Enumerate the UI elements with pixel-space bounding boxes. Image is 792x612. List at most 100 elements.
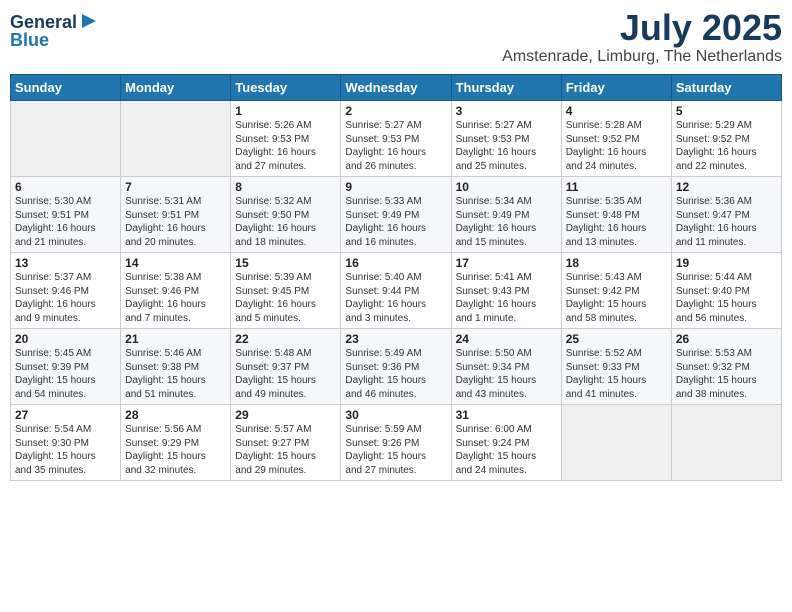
calendar-cell: [121, 101, 231, 177]
day-info: Sunrise: 5:50 AM Sunset: 9:34 PM Dayligh…: [456, 347, 557, 401]
day-number: 14: [125, 256, 226, 270]
calendar-table: SundayMondayTuesdayWednesdayThursdayFrid…: [10, 74, 782, 481]
calendar-week-row: 13Sunrise: 5:37 AM Sunset: 9:46 PM Dayli…: [11, 253, 782, 329]
day-number: 5: [676, 104, 777, 118]
day-number: 9: [345, 180, 446, 194]
day-info: Sunrise: 5:37 AM Sunset: 9:46 PM Dayligh…: [15, 271, 116, 325]
logo: General Blue: [10, 10, 98, 51]
day-number: 4: [566, 104, 667, 118]
day-info: Sunrise: 5:56 AM Sunset: 9:29 PM Dayligh…: [125, 423, 226, 477]
day-number: 10: [456, 180, 557, 194]
day-of-week-header: Tuesday: [231, 75, 341, 101]
day-number: 16: [345, 256, 446, 270]
month-title: July 2025: [502, 10, 782, 46]
calendar-cell: 20Sunrise: 5:45 AM Sunset: 9:39 PM Dayli…: [11, 329, 121, 405]
calendar-cell: 29Sunrise: 5:57 AM Sunset: 9:27 PM Dayli…: [231, 405, 341, 481]
calendar-cell: 31Sunrise: 6:00 AM Sunset: 9:24 PM Dayli…: [451, 405, 561, 481]
day-info: Sunrise: 5:43 AM Sunset: 9:42 PM Dayligh…: [566, 271, 667, 325]
day-info: Sunrise: 5:38 AM Sunset: 9:46 PM Dayligh…: [125, 271, 226, 325]
calendar-cell: 28Sunrise: 5:56 AM Sunset: 9:29 PM Dayli…: [121, 405, 231, 481]
calendar-cell: 13Sunrise: 5:37 AM Sunset: 9:46 PM Dayli…: [11, 253, 121, 329]
calendar-cell: [561, 405, 671, 481]
day-info: Sunrise: 5:35 AM Sunset: 9:48 PM Dayligh…: [566, 195, 667, 249]
day-of-week-header: Friday: [561, 75, 671, 101]
day-number: 12: [676, 180, 777, 194]
day-number: 15: [235, 256, 336, 270]
day-number: 31: [456, 408, 557, 422]
calendar-cell: 23Sunrise: 5:49 AM Sunset: 9:36 PM Dayli…: [341, 329, 451, 405]
day-number: 26: [676, 332, 777, 346]
calendar-cell: 18Sunrise: 5:43 AM Sunset: 9:42 PM Dayli…: [561, 253, 671, 329]
day-number: 13: [15, 256, 116, 270]
calendar-cell: 10Sunrise: 5:34 AM Sunset: 9:49 PM Dayli…: [451, 177, 561, 253]
day-info: Sunrise: 5:57 AM Sunset: 9:27 PM Dayligh…: [235, 423, 336, 477]
calendar-cell: 19Sunrise: 5:44 AM Sunset: 9:40 PM Dayli…: [671, 253, 781, 329]
calendar-cell: 2Sunrise: 5:27 AM Sunset: 9:53 PM Daylig…: [341, 101, 451, 177]
calendar-cell: 15Sunrise: 5:39 AM Sunset: 9:45 PM Dayli…: [231, 253, 341, 329]
calendar-cell: 4Sunrise: 5:28 AM Sunset: 9:52 PM Daylig…: [561, 101, 671, 177]
day-number: 3: [456, 104, 557, 118]
day-number: 6: [15, 180, 116, 194]
calendar-cell: 12Sunrise: 5:36 AM Sunset: 9:47 PM Dayli…: [671, 177, 781, 253]
calendar-cell: [671, 405, 781, 481]
title-area: July 2025 Amstenrade, Limburg, The Nethe…: [502, 10, 782, 66]
day-info: Sunrise: 5:54 AM Sunset: 9:30 PM Dayligh…: [15, 423, 116, 477]
calendar-cell: 3Sunrise: 5:27 AM Sunset: 9:53 PM Daylig…: [451, 101, 561, 177]
calendar-cell: 17Sunrise: 5:41 AM Sunset: 9:43 PM Dayli…: [451, 253, 561, 329]
day-info: Sunrise: 5:41 AM Sunset: 9:43 PM Dayligh…: [456, 271, 557, 325]
day-info: Sunrise: 5:48 AM Sunset: 9:37 PM Dayligh…: [235, 347, 336, 401]
calendar-week-row: 20Sunrise: 5:45 AM Sunset: 9:39 PM Dayli…: [11, 329, 782, 405]
calendar-cell: 7Sunrise: 5:31 AM Sunset: 9:51 PM Daylig…: [121, 177, 231, 253]
calendar-cell: [11, 101, 121, 177]
day-number: 2: [345, 104, 446, 118]
day-of-week-header: Sunday: [11, 75, 121, 101]
day-info: Sunrise: 6:00 AM Sunset: 9:24 PM Dayligh…: [456, 423, 557, 477]
day-info: Sunrise: 5:40 AM Sunset: 9:44 PM Dayligh…: [345, 271, 446, 325]
day-number: 18: [566, 256, 667, 270]
day-of-week-header: Thursday: [451, 75, 561, 101]
day-number: 29: [235, 408, 336, 422]
day-info: Sunrise: 5:53 AM Sunset: 9:32 PM Dayligh…: [676, 347, 777, 401]
page-header: General Blue July 2025 Amstenrade, Limbu…: [10, 10, 782, 66]
calendar-cell: 26Sunrise: 5:53 AM Sunset: 9:32 PM Dayli…: [671, 329, 781, 405]
logo-icon: [80, 12, 98, 30]
day-of-week-header: Saturday: [671, 75, 781, 101]
day-of-week-header: Monday: [121, 75, 231, 101]
day-info: Sunrise: 5:36 AM Sunset: 9:47 PM Dayligh…: [676, 195, 777, 249]
day-info: Sunrise: 5:46 AM Sunset: 9:38 PM Dayligh…: [125, 347, 226, 401]
day-of-week-header: Wednesday: [341, 75, 451, 101]
day-number: 20: [15, 332, 116, 346]
day-number: 25: [566, 332, 667, 346]
day-number: 27: [15, 408, 116, 422]
day-info: Sunrise: 5:32 AM Sunset: 9:50 PM Dayligh…: [235, 195, 336, 249]
day-number: 11: [566, 180, 667, 194]
day-number: 23: [345, 332, 446, 346]
day-info: Sunrise: 5:27 AM Sunset: 9:53 PM Dayligh…: [345, 119, 446, 173]
calendar-cell: 21Sunrise: 5:46 AM Sunset: 9:38 PM Dayli…: [121, 329, 231, 405]
calendar-cell: 30Sunrise: 5:59 AM Sunset: 9:26 PM Dayli…: [341, 405, 451, 481]
calendar-header-row: SundayMondayTuesdayWednesdayThursdayFrid…: [11, 75, 782, 101]
calendar-cell: 9Sunrise: 5:33 AM Sunset: 9:49 PM Daylig…: [341, 177, 451, 253]
calendar-cell: 27Sunrise: 5:54 AM Sunset: 9:30 PM Dayli…: [11, 405, 121, 481]
calendar-cell: 11Sunrise: 5:35 AM Sunset: 9:48 PM Dayli…: [561, 177, 671, 253]
calendar-week-row: 27Sunrise: 5:54 AM Sunset: 9:30 PM Dayli…: [11, 405, 782, 481]
calendar-cell: 6Sunrise: 5:30 AM Sunset: 9:51 PM Daylig…: [11, 177, 121, 253]
day-info: Sunrise: 5:30 AM Sunset: 9:51 PM Dayligh…: [15, 195, 116, 249]
day-info: Sunrise: 5:26 AM Sunset: 9:53 PM Dayligh…: [235, 119, 336, 173]
calendar-week-row: 1Sunrise: 5:26 AM Sunset: 9:53 PM Daylig…: [11, 101, 782, 177]
day-info: Sunrise: 5:39 AM Sunset: 9:45 PM Dayligh…: [235, 271, 336, 325]
calendar-cell: 8Sunrise: 5:32 AM Sunset: 9:50 PM Daylig…: [231, 177, 341, 253]
day-number: 17: [456, 256, 557, 270]
day-info: Sunrise: 5:45 AM Sunset: 9:39 PM Dayligh…: [15, 347, 116, 401]
day-number: 24: [456, 332, 557, 346]
day-number: 19: [676, 256, 777, 270]
day-info: Sunrise: 5:49 AM Sunset: 9:36 PM Dayligh…: [345, 347, 446, 401]
day-number: 30: [345, 408, 446, 422]
day-info: Sunrise: 5:31 AM Sunset: 9:51 PM Dayligh…: [125, 195, 226, 249]
calendar-cell: 25Sunrise: 5:52 AM Sunset: 9:33 PM Dayli…: [561, 329, 671, 405]
calendar-cell: 24Sunrise: 5:50 AM Sunset: 9:34 PM Dayli…: [451, 329, 561, 405]
day-info: Sunrise: 5:52 AM Sunset: 9:33 PM Dayligh…: [566, 347, 667, 401]
day-info: Sunrise: 5:27 AM Sunset: 9:53 PM Dayligh…: [456, 119, 557, 173]
day-info: Sunrise: 5:34 AM Sunset: 9:49 PM Dayligh…: [456, 195, 557, 249]
day-number: 1: [235, 104, 336, 118]
